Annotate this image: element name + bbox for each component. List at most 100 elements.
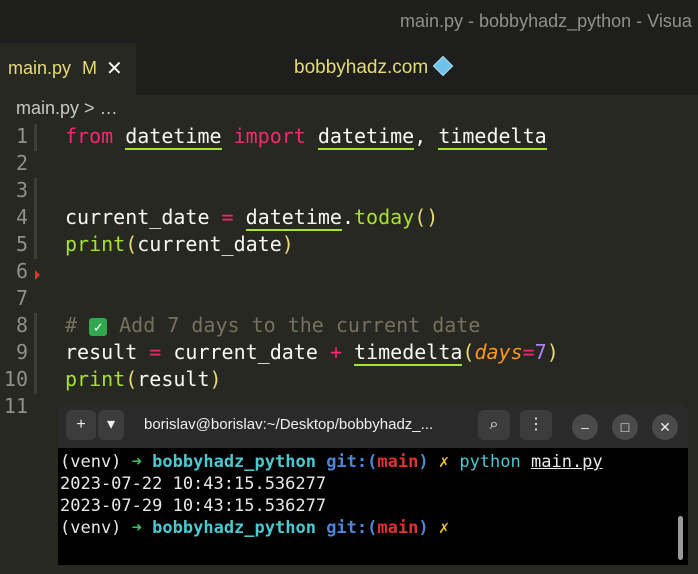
breadcrumb-more[interactable]: … bbox=[100, 98, 118, 118]
terminal-window[interactable]: + ▾ borislav@borislav:~/Desktop/bobbyhad… bbox=[58, 404, 688, 565]
comment-text: Add 7 days to the current date bbox=[107, 313, 481, 337]
python-file-icon bbox=[0, 98, 10, 114]
code-text: result = current_date + timedelta(days=7… bbox=[65, 340, 559, 366]
plus-icon: + bbox=[76, 416, 86, 433]
editor-tab-bar: main.py M ✕ bobbyhadz.com bbox=[0, 43, 698, 95]
arrow-icon: ➜ bbox=[131, 452, 142, 472]
paren: ( bbox=[125, 232, 138, 256]
operator: = bbox=[149, 340, 162, 364]
terminal-output-line: 2023-07-29 10:43:15.536277 bbox=[60, 496, 327, 516]
line-number: 9 bbox=[15, 340, 28, 364]
code-line: 3 bbox=[0, 178, 698, 205]
terminal-header: + ▾ borislav@borislav:~/Desktop/bobbyhad… bbox=[58, 404, 688, 448]
class-name: timedelta bbox=[354, 340, 463, 366]
breadcrumb-file[interactable]: main.py bbox=[16, 98, 79, 118]
terminal-title: borislav@borislav:~/Desktop/bobbyhadz_..… bbox=[144, 416, 434, 433]
dirty-icon: ✗ bbox=[438, 518, 450, 538]
indent-guide bbox=[34, 340, 37, 367]
line-number: 4 bbox=[15, 205, 28, 229]
comment-hash: # bbox=[65, 313, 78, 337]
operator: + bbox=[329, 340, 342, 364]
number: 7 bbox=[534, 340, 547, 364]
maximize-button[interactable]: □ bbox=[612, 414, 638, 440]
close-icon: ✕ bbox=[659, 419, 671, 435]
class-name: timedelta bbox=[438, 124, 547, 150]
keyword-argument: days bbox=[474, 340, 523, 364]
line-number: 3 bbox=[15, 178, 28, 202]
function-name: print bbox=[65, 367, 126, 391]
paren: ) bbox=[281, 232, 294, 256]
line-number: 5 bbox=[15, 232, 28, 256]
argument: current_date bbox=[137, 232, 282, 256]
maximize-icon: □ bbox=[620, 419, 630, 435]
indent-guide bbox=[34, 178, 37, 205]
code-text: print(current_date) bbox=[65, 232, 294, 256]
code-text: current_date = datetime.today() bbox=[65, 205, 439, 231]
cube-icon bbox=[432, 55, 454, 77]
modified-badge: M bbox=[82, 58, 97, 78]
line-number: 10 bbox=[3, 367, 28, 391]
paren: ) bbox=[209, 367, 222, 391]
function-name: print bbox=[65, 232, 126, 256]
tab-main-py[interactable]: main.py M ✕ bbox=[0, 43, 136, 95]
comment: # ✓ Add 7 days to the current date bbox=[65, 313, 480, 337]
terminal-scrollbar[interactable] bbox=[678, 516, 683, 560]
code-text: print(result) bbox=[65, 367, 222, 391]
minimize-icon: – bbox=[581, 419, 589, 435]
git-close: ) bbox=[418, 452, 429, 472]
paren: ( bbox=[462, 340, 475, 364]
code-editor[interactable]: 1 from datetime import datetime, timedel… bbox=[0, 124, 698, 424]
chevron-down-icon: ▾ bbox=[106, 416, 116, 433]
terminal-output-line: 2023-07-22 10:43:15.536277 bbox=[60, 474, 327, 494]
branch-name: main bbox=[377, 452, 419, 472]
window-title: main.py - bobbyhadz_python - Visua bbox=[400, 11, 692, 31]
method-name: today bbox=[354, 205, 415, 229]
dirty-icon: ✗ bbox=[438, 452, 450, 472]
paren: ( bbox=[125, 367, 138, 391]
breadcrumb[interactable]: main.py > … bbox=[0, 98, 118, 120]
minimize-button[interactable]: – bbox=[572, 414, 598, 440]
tab-label: main.py bbox=[8, 58, 72, 78]
git-close: ) bbox=[418, 518, 429, 538]
new-tab-button[interactable]: + bbox=[66, 410, 96, 440]
command-arg: main.py bbox=[531, 452, 603, 472]
center-title: bobbyhadz.com bbox=[294, 55, 454, 79]
keyword: from bbox=[65, 124, 114, 148]
search-button[interactable]: ⌕ bbox=[478, 410, 510, 440]
comma: , bbox=[414, 124, 427, 148]
code-text: from datetime import datetime, timedelta bbox=[65, 124, 547, 150]
directory-name: bobbyhadz_python bbox=[152, 452, 316, 472]
line-number: 11 bbox=[3, 394, 28, 418]
git-label: git:( bbox=[326, 452, 378, 472]
git-label: git:( bbox=[326, 518, 378, 538]
breakpoint-marker-icon[interactable] bbox=[35, 270, 40, 280]
parens: () bbox=[414, 205, 439, 229]
menu-button[interactable]: ⋮ bbox=[520, 410, 552, 440]
code-line: 8 # ✓ Add 7 days to the current date bbox=[0, 313, 698, 340]
paren: ) bbox=[546, 340, 559, 364]
code-line: 9 result = current_date + timedelta(days… bbox=[0, 340, 698, 367]
code-line: 5 print(current_date) bbox=[0, 232, 698, 259]
variable: current_date bbox=[173, 340, 318, 364]
close-icon[interactable]: ✕ bbox=[106, 56, 123, 81]
arrow-icon: ➜ bbox=[131, 518, 142, 538]
module-name: datetime bbox=[125, 124, 222, 150]
terminal-prompt-line: (venv) ➜ bobbyhadz_python git:(main) ✗ bbox=[60, 518, 449, 540]
code-line: 1 from datetime import datetime, timedel… bbox=[0, 124, 698, 151]
venv-label: (venv) bbox=[60, 452, 122, 472]
center-title-text: bobbyhadz.com bbox=[294, 57, 429, 78]
operator: = bbox=[522, 340, 535, 364]
tab-dropdown-button[interactable]: ▾ bbox=[98, 410, 124, 440]
argument: result bbox=[137, 367, 210, 391]
window-titlebar: main.py - bobbyhadz_python - Visua bbox=[0, 0, 698, 43]
indent-guide bbox=[34, 124, 37, 151]
class-name: datetime bbox=[317, 124, 415, 150]
close-button[interactable]: ✕ bbox=[652, 414, 678, 440]
operator: = bbox=[221, 205, 234, 229]
search-icon: ⌕ bbox=[489, 416, 499, 433]
line-number: 1 bbox=[15, 124, 28, 148]
check-mark-icon: ✓ bbox=[89, 318, 108, 336]
variable: current_date bbox=[65, 205, 210, 229]
variable: result bbox=[65, 340, 138, 364]
venv-label: (venv) bbox=[60, 518, 122, 538]
